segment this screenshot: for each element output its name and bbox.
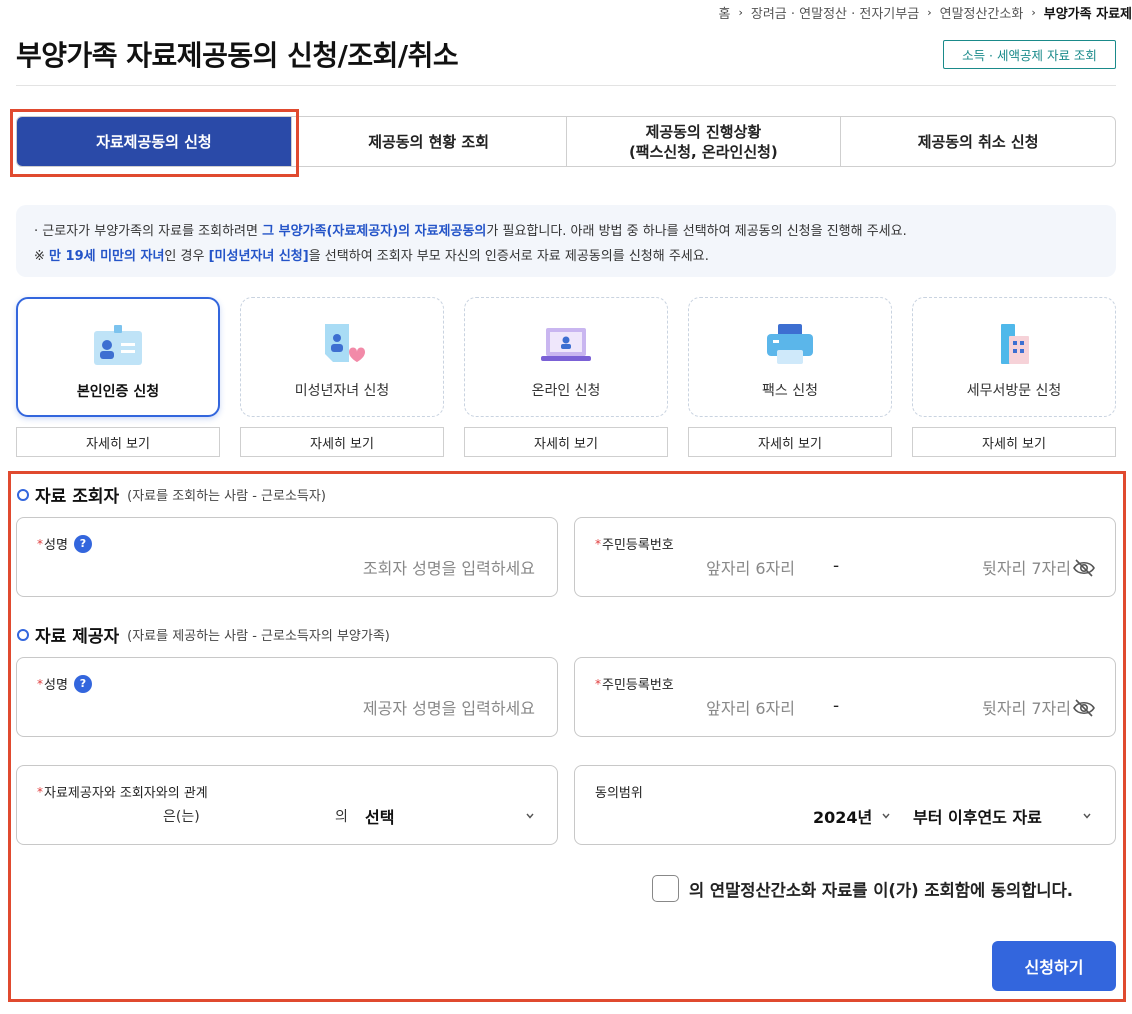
chevron-right-icon: › [1031,5,1036,19]
id-card-icon [94,325,142,365]
notice-highlight: [미성년자녀 신청] [208,249,309,264]
method-card-group: 본인인증 신청 미성년자녀 신청 온라인 신청 팩스 신청 세무서방문 신청 자… [16,297,1116,457]
breadcrumb-item[interactable]: 장려금 · 연말정산 · 전자기부금 [751,3,919,22]
annotation-highlight-box [8,471,1126,1002]
chevron-right-icon: › [738,5,743,19]
tab-consent-status[interactable]: 제공동의 현황 조회 [291,117,567,166]
method-card-label: 미성년자녀 신청 [294,383,390,399]
method-card-self-auth[interactable]: 본인인증 신청 [16,297,220,417]
notice-highlight: 그 부양가족(자료제공자)의 자료제공동의 [262,224,487,239]
tab-consent-cancel[interactable]: 제공동의 취소 신청 [841,117,1115,166]
detail-button-minor-child[interactable]: 자세히 보기 [240,427,444,457]
detail-button-fax[interactable]: 자세히 보기 [688,427,892,457]
notice-text: ※ [34,249,50,264]
annotation-highlight-box [10,109,299,177]
notice-line-2: ※ 만 19세 미만의 자녀인 경우 [미성년자녀 신청]을 선택하여 조회자 … [34,244,1098,269]
method-card-online[interactable]: 온라인 신청 [464,297,668,417]
method-card-label: 본인인증 신청 [76,384,160,400]
chevron-right-icon: › [927,5,932,19]
detail-button-self-auth[interactable]: 자세히 보기 [16,427,220,457]
income-deduction-lookup-button[interactable]: 소득 · 세액공제 자료 조회 [943,40,1116,69]
laptop-icon [541,328,591,361]
breadcrumb-item[interactable]: 연말정산간소화 [940,3,1024,22]
method-card-tax-office-visit[interactable]: 세무서방문 신청 [912,297,1116,417]
tab-consent-progress[interactable]: 제공동의 진행상황 (팩스신청, 온라인신청) [566,117,842,166]
notice-text: · 근로자가 부양가족의 자료를 조회하려면 [34,224,263,239]
child-document-icon [325,324,365,362]
breadcrumb: 홈 › 장려금 · 연말정산 · 전자기부금 › 연말정산간소화 › 부양가족 … [719,2,1132,22]
notice-highlight: 만 19세 미만의 자녀 [49,249,165,264]
breadcrumb-home[interactable]: 홈 [719,3,731,22]
detail-button-tax-office-visit[interactable]: 자세히 보기 [912,427,1116,457]
method-card-label: 팩스 신청 [762,383,818,399]
notice-line-1: · 근로자가 부양가족의 자료를 조회하려면 그 부양가족(자료제공자)의 자료… [34,219,1098,244]
detail-button-online[interactable]: 자세히 보기 [464,427,668,457]
page-title: 부양가족 자료제공동의 신청/조회/취소 [16,39,459,72]
notice-text: 인 경우 [164,249,209,264]
method-card-minor-child[interactable]: 미성년자녀 신청 [240,297,444,417]
method-card-label: 온라인 신청 [531,383,601,399]
breadcrumb-current: 부양가족 자료제 [1043,6,1132,22]
fax-printer-icon [767,324,813,364]
notice-text: 가 필요합니다. 아래 방법 중 하나를 선택하여 제공동의 신청을 진행해 주… [486,224,907,239]
method-card-label: 세무서방문 신청 [966,383,1062,399]
notice-box: · 근로자가 부양가족의 자료를 조회하려면 그 부양가족(자료제공자)의 자료… [16,205,1116,277]
method-card-fax[interactable]: 팩스 신청 [688,297,892,417]
office-building-icon [1001,324,1029,364]
divider [16,85,1116,86]
notice-text: 을 선택하여 조회자 부모 자신의 인증서로 자료 제공동의를 신청해 주세요. [308,249,709,264]
